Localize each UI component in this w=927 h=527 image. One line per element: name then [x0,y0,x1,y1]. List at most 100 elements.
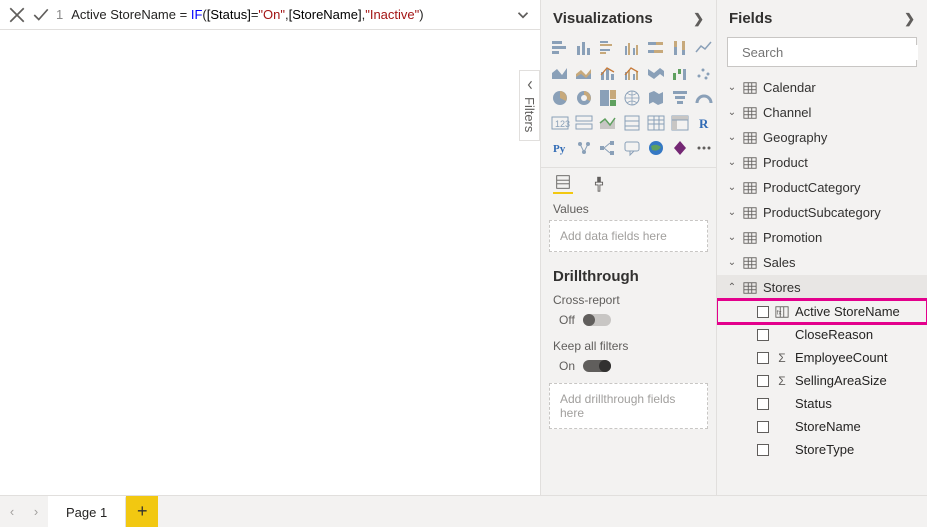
filters-label: Filters [522,97,537,132]
chevron-right-icon: ❯ [904,11,915,27]
area-chart-icon[interactable] [549,62,571,84]
gauge-icon[interactable] [693,87,715,109]
report-canvas[interactable]: Filters [0,30,540,495]
clustered-column-icon[interactable] [621,37,643,59]
search-input[interactable] [742,45,918,60]
stacked-column-100-icon[interactable] [669,37,691,59]
table-icon [743,156,757,170]
cancel-formula-icon[interactable] [8,6,26,24]
values-drop-well[interactable]: Add data fields here [549,220,708,252]
table-icon [743,281,757,295]
keep-filters-toggle[interactable] [583,360,611,372]
fields-tab-icon[interactable] [553,174,573,194]
next-page-button[interactable]: › [24,496,48,527]
field-sellingareasize[interactable]: ΣSellingAreaSize [717,369,927,392]
map-icon[interactable] [621,87,643,109]
slicer-icon[interactable] [621,112,643,134]
table-label: Calendar [763,80,816,95]
table-promotion[interactable]: ⌄Promotion [717,225,927,250]
stacked-bar-100-icon[interactable] [645,37,667,59]
formula-input[interactable]: 1Active StoreName = IF([Status]="On",[St… [56,7,508,23]
decomposition-tree-icon[interactable] [597,137,619,159]
line-clustered-column-icon[interactable] [621,62,643,84]
stacked-bar-icon[interactable] [549,37,571,59]
field-checkbox[interactable] [757,421,769,433]
clustered-bar-icon[interactable] [597,37,619,59]
add-page-button[interactable]: + [126,496,158,527]
ribbon-chart-icon[interactable] [645,62,667,84]
chevron-right-icon: ❯ [693,11,704,27]
format-tab-icon[interactable] [589,174,609,194]
table-product[interactable]: ⌄ Product [717,150,927,175]
table-channel[interactable]: ⌄Channel [717,100,927,125]
field-checkbox[interactable] [757,444,769,456]
pie-chart-icon[interactable] [549,87,571,109]
line-chart-icon[interactable] [693,37,715,59]
caret-icon: ⌄ [727,82,737,93]
filters-collapsed-tab[interactable]: Filters [519,70,540,141]
table-stores[interactable]: ⌃Stores [717,275,927,300]
scatter-icon[interactable] [693,62,715,84]
r-visual-icon[interactable]: R [693,112,715,134]
table-productcategory[interactable]: ⌄ ProductCategory [717,175,927,200]
visualizations-header[interactable]: Visualizations ❯ [541,0,716,37]
table-sales[interactable]: ⌄Sales [717,250,927,275]
fields-search[interactable] [727,37,917,67]
caret-icon: ⌄ [727,157,737,168]
table-label: ProductCategory [763,180,861,195]
powerapps-icon[interactable] [669,137,691,159]
arcgis-icon[interactable] [645,137,667,159]
commit-formula-icon[interactable] [32,6,50,24]
field-checkbox[interactable] [757,375,769,387]
filled-map-icon[interactable] [645,87,667,109]
multi-row-card-icon[interactable] [573,112,595,134]
stacked-column-icon[interactable] [573,37,595,59]
field-employeecount[interactable]: ΣEmployeeCount [717,346,927,369]
caret-icon: ⌄ [727,132,737,143]
funnel-icon[interactable] [669,87,691,109]
field-status[interactable]: Status [717,392,927,415]
table-icon[interactable] [645,112,667,134]
kpi-icon[interactable] [597,112,619,134]
field-label: StoreType [795,442,854,457]
line-stacked-column-icon[interactable] [597,62,619,84]
field-checkbox[interactable] [757,352,769,364]
more-visuals-icon[interactable] [693,137,715,159]
treemap-icon[interactable] [597,87,619,109]
formula-dropdown-icon[interactable] [514,6,532,24]
python-visual-icon[interactable]: Py [549,137,571,159]
waterfall-icon[interactable] [669,62,691,84]
card-icon[interactable]: 123 [549,112,571,134]
page-tab-1[interactable]: Page 1 [48,496,126,527]
donut-chart-icon[interactable] [573,87,595,109]
table-geography[interactable]: ⌄ Geography [717,125,927,150]
matrix-icon[interactable] [669,112,691,134]
visualizations-pane: Visualizations ❯ [541,0,717,495]
keep-filters-label: Keep all filters [541,337,716,355]
fields-header[interactable]: Fields ❯ [717,0,927,37]
table-productsubcategory[interactable]: ⌄ProductSubcategory [717,200,927,225]
table-label: Product [763,155,808,170]
field-closereason[interactable]: CloseReason [717,323,927,346]
caret-icon: ⌄ [727,182,737,193]
page-tabs: ‹ › Page 1 + [0,495,927,527]
table-label: Geography [763,130,827,145]
caret-icon: ⌃ [727,282,737,293]
cross-report-toggle[interactable] [583,314,611,326]
canvas-area: 1Active StoreName = IF([Status]="On",[St… [0,0,541,495]
drillthrough-drop-well[interactable]: Add drillthrough fields here [549,383,708,429]
field-checkbox[interactable] [757,398,769,410]
table-calendar[interactable]: ⌄ Calendar [717,75,927,100]
field-checkbox[interactable] [757,329,769,341]
prev-page-button[interactable]: ‹ [0,496,24,527]
qna-icon[interactable] [621,137,643,159]
stacked-area-icon[interactable] [573,62,595,84]
key-influencers-icon[interactable] [573,137,595,159]
svg-text:R: R [699,116,709,131]
field-label: Active StoreName [795,304,900,319]
field-label: Status [795,396,832,411]
field-storename[interactable]: StoreName [717,415,927,438]
field-storetype[interactable]: StoreType [717,438,927,461]
field-active-storename[interactable]: fxActive StoreName [717,300,927,323]
field-checkbox[interactable] [757,306,769,318]
